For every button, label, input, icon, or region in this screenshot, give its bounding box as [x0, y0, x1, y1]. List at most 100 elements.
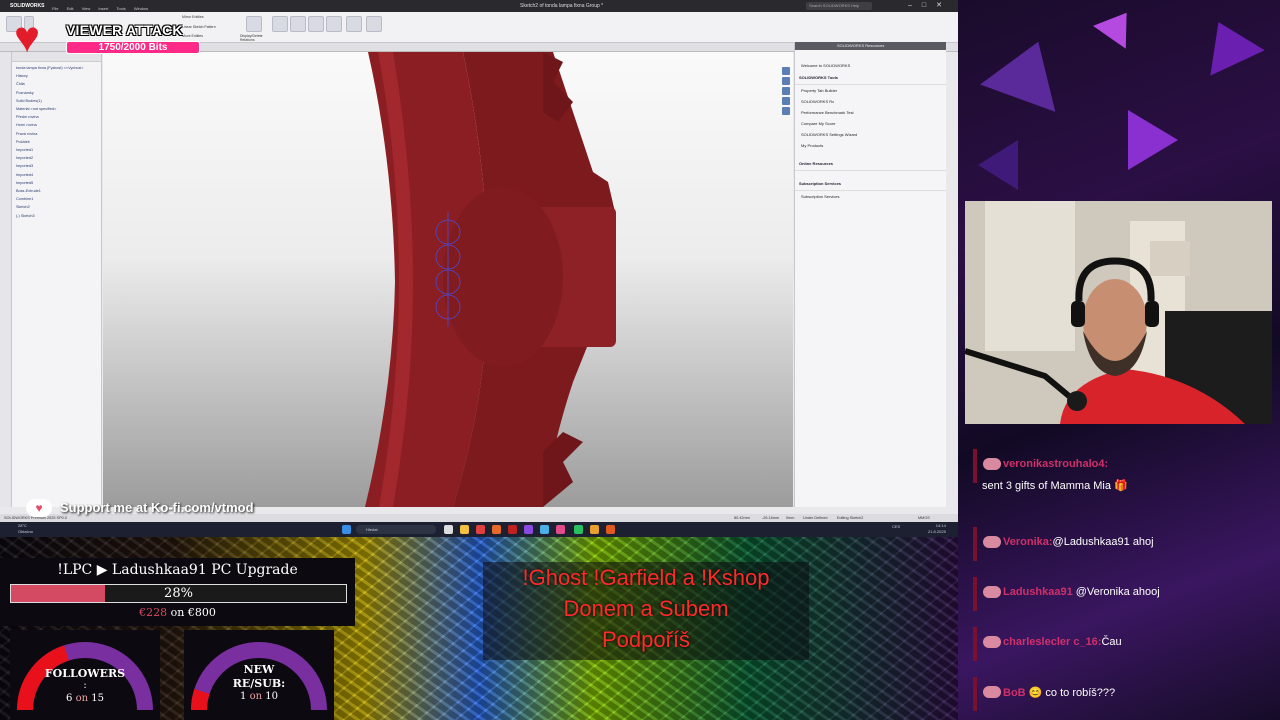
followers-goal-gauge: FOLLOWERS : 6 on 15	[10, 630, 160, 720]
app3-icon[interactable]	[606, 525, 615, 534]
chat-overlay: veronikastrouhalo4: sent 3 gifts of Mamm…	[965, 445, 1275, 715]
explorer-icon[interactable]	[460, 525, 469, 534]
donation-goal-widget: !LPC ▶ Ladushkaa91 PC Upgrade 28% €228 o…	[0, 558, 355, 626]
tree-item-combine1[interactable]: Combine1	[16, 195, 97, 203]
subscription-services-link[interactable]: Subscription Services	[795, 191, 946, 202]
relations-button[interactable]	[246, 16, 262, 32]
instant2d-button[interactable]	[326, 16, 342, 32]
weather-widget[interactable]: 28°C Oblačno	[18, 523, 33, 535]
goal-target: €800	[187, 606, 216, 619]
menu-window[interactable]: Window	[134, 6, 148, 11]
subscription-section[interactable]: Subscription Services	[795, 177, 946, 191]
streamer-webcam-image	[965, 201, 1272, 424]
goal-title: !LPC ▶ Ladushkaa91 PC Upgrade	[57, 562, 298, 578]
tree-item-history[interactable]: History	[16, 72, 97, 80]
tree-item-imported2[interactable]: Imported2	[16, 154, 97, 162]
taskbar-search-input[interactable]: Hledat	[356, 525, 436, 534]
whatsapp-icon[interactable]	[574, 525, 583, 534]
tree-item-top-plane[interactable]: Horní rovina	[16, 121, 97, 129]
tree-item-origin[interactable]: Počátek	[16, 138, 97, 146]
tree-item-right-plane[interactable]: Pravá rovina	[16, 130, 97, 138]
viewer-attack-widget: ♥ VIEWER ATTACK 1750/2000 Bits	[14, 16, 200, 62]
tree-item-boss-extrude1[interactable]: Boss-Extrude1	[16, 187, 97, 195]
solidworks-taskbar-icon[interactable]	[476, 525, 485, 534]
clock[interactable]: 14:14 21.8.2025	[928, 523, 946, 535]
chat-text: Čau	[1101, 636, 1122, 648]
tree-item-front-plane[interactable]: Přední rovina	[16, 113, 97, 121]
viewer-attack-title: VIEWER ATTACK	[66, 22, 183, 38]
brave-icon[interactable]	[492, 525, 501, 534]
tree-item-imported1[interactable]: Imported1	[16, 146, 97, 154]
chat-message: BoB 😊 co to robíš???	[965, 673, 1245, 711]
red-lamp-model	[365, 52, 616, 507]
subs-label-2: RE/SUB:	[232, 677, 286, 690]
app-icon[interactable]	[524, 525, 533, 534]
quick-snaps-button[interactable]	[290, 16, 306, 32]
status-z: 0mm	[786, 516, 795, 520]
tree-item-solid-bodies[interactable]: Solid Bodies(1)	[16, 97, 97, 105]
tool-benchmark[interactable]: Performance Benchmark Test	[795, 107, 946, 118]
kofi-text: Support me at Ko-fi.com/vtmod	[60, 500, 254, 515]
left-icon-strip	[0, 52, 12, 507]
menu-edit[interactable]: Edit	[67, 6, 74, 11]
user-avatar-icon	[983, 458, 1001, 470]
app2-icon[interactable]	[590, 525, 599, 534]
tree-item-root[interactable]: tonda lampa fixna (Fyzkost) <<Vychozi>	[16, 64, 97, 72]
relations-label: Display/Delete Relations	[240, 34, 263, 42]
menu-tools[interactable]: Tools	[116, 6, 125, 11]
menu-view[interactable]: View	[82, 6, 91, 11]
goal-amount: €228 on €800	[0, 606, 355, 619]
tree-item-annotations[interactable]: Poznámky	[16, 89, 97, 97]
tree-item-imported3[interactable]: Imported3	[16, 162, 97, 170]
start-icon[interactable]	[342, 525, 351, 534]
repair-sketch-button[interactable]	[272, 16, 288, 32]
sketch-picture-button[interactable]	[366, 16, 382, 32]
window-controls[interactable]: –□✕	[908, 0, 952, 12]
task-view-icon[interactable]	[444, 525, 453, 534]
status-editing: Editing Sketch2	[837, 516, 864, 520]
menu-insert[interactable]: Insert	[98, 6, 108, 11]
document-title: Sketch2 of tonda lampa fixna Group *	[520, 3, 604, 9]
tree-item-sketch3[interactable]: (-) Sketch3	[16, 212, 97, 220]
chat-message: charleslecler c_16:Čau	[965, 623, 1245, 661]
welcome-link[interactable]: Welcome to SOLIDWORKS	[795, 60, 946, 71]
task-pane-header: SOLIDWORKS Resources	[795, 42, 946, 50]
acrobat-icon[interactable]	[508, 525, 517, 534]
goal-on: on	[167, 606, 188, 619]
chat-message: Veronika:@Ladushkaa91 ahoj	[965, 523, 1245, 561]
status-units[interactable]: MMGS	[918, 514, 930, 522]
tool-property-tab-builder[interactable]: Property Tab Builder	[795, 85, 946, 96]
help-search-input[interactable]: Search SOLIDWORKS Help	[806, 2, 872, 10]
rapid-sketch-button[interactable]	[308, 16, 324, 32]
tools-section[interactable]: SOLIDWORKS Tools	[795, 71, 946, 85]
tree-item-material[interactable]: Material <not specified>	[16, 105, 97, 113]
stream-screen: { "solidworks": { "app_name": "SOLIDWORK…	[0, 0, 1280, 720]
kofi-banner: ♥ Support me at Ko-fi.com/vtmod	[22, 497, 272, 519]
promo-line-2: Donem a Subem	[563, 596, 729, 621]
tool-my-products[interactable]: My Products	[795, 140, 946, 151]
media-icon[interactable]	[556, 525, 565, 534]
browser-icon[interactable]	[540, 525, 549, 534]
tree-item-imported4[interactable]: Imported4	[16, 171, 97, 179]
3d-viewport[interactable]	[103, 52, 793, 507]
followers-count: 6 on 15	[66, 693, 104, 704]
user-avatar-icon	[983, 586, 1001, 598]
status-y: -26.16mm	[762, 516, 780, 520]
task-pane-tabs[interactable]	[782, 67, 792, 127]
promo-text-box: !Ghost !Garfield a !Kshop Donem a Subem …	[483, 562, 809, 660]
tree-item-sensors[interactable]: Čidla	[16, 80, 97, 88]
menu-file[interactable]: File	[52, 6, 58, 11]
tree-item-sketch2[interactable]: Sketch2	[16, 203, 97, 211]
chat-username: Ladushkaa91	[1003, 586, 1073, 598]
tool-solidworks-rx[interactable]: SOLIDWORKS Rx	[795, 96, 946, 107]
tool-settings-wizard[interactable]: SOLIDWORKS Settings Wizard	[795, 129, 946, 140]
tool-compare-score[interactable]: Compare My Score	[795, 118, 946, 129]
online-resources-section[interactable]: Online Resources	[795, 157, 946, 171]
tree-item-imported5[interactable]: Imported5	[16, 179, 97, 187]
goal-progress-bar: 28%	[10, 584, 347, 603]
chat-message: veronikastrouhalo4: sent 3 gifts of Mamm…	[965, 445, 1245, 492]
input-language[interactable]: CES	[892, 524, 900, 529]
kofi-heart-icon: ♥	[26, 499, 52, 517]
followers-label: FOLLOWERS	[44, 667, 126, 680]
shaded-contours-button[interactable]	[346, 16, 362, 32]
